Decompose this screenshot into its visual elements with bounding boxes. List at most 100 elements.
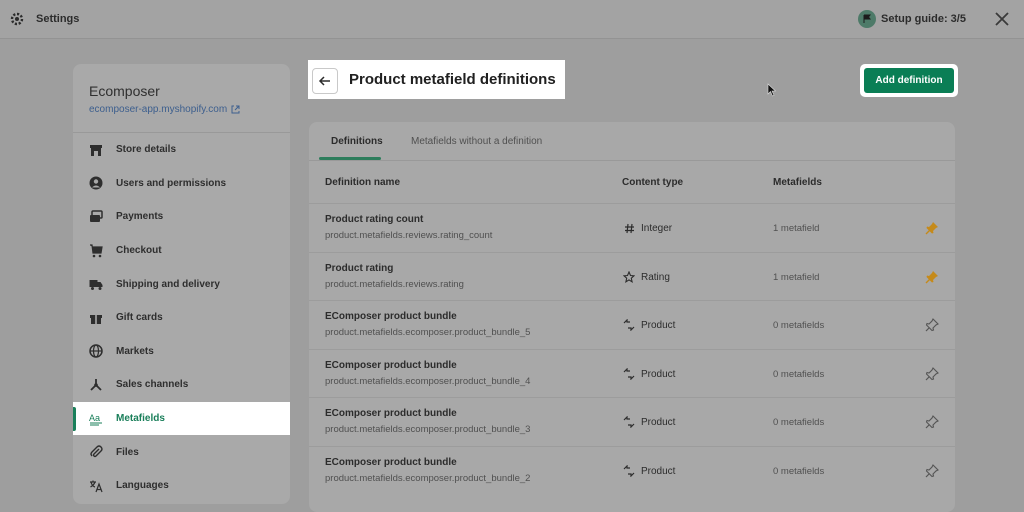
tab-bar: Definitions Metafields without a definit… xyxy=(309,122,955,161)
external-link-icon xyxy=(231,105,240,114)
settings-sidebar: Ecomposer ecomposer-app.myshopify.com St… xyxy=(73,64,290,504)
definition-key: product.metafields.ecomposer.product_bun… xyxy=(325,424,531,435)
metafield-count: 1 metafield xyxy=(773,223,820,234)
sidebar-item-label: Payments xyxy=(116,211,164,223)
table-row[interactable]: Product rating product.metafields.review… xyxy=(309,252,955,302)
add-definition-label: Add definition xyxy=(864,68,954,93)
sidebar-item-label: Languages xyxy=(116,480,169,492)
definition-key: product.metafields.ecomposer.product_bun… xyxy=(325,327,531,338)
sidebar-item-checkout[interactable]: Checkout xyxy=(73,234,290,268)
sidebar-item-label: Gift cards xyxy=(116,312,163,324)
star-icon xyxy=(623,271,635,283)
tab-metafields-without-definition[interactable]: Metafields without a definition xyxy=(411,136,542,147)
content-type: Product xyxy=(623,319,675,331)
tab-definitions[interactable]: Definitions xyxy=(331,136,383,147)
product-icon xyxy=(623,319,635,331)
sidebar-item-metafields[interactable]: Aa Metafields xyxy=(73,401,290,436)
sidebar-nav: Store details Users and permissions Paym… xyxy=(73,133,290,503)
svg-text:Aa: Aa xyxy=(89,413,100,423)
top-bar: Settings Setup guide: 3/5 xyxy=(0,0,1024,39)
add-definition-button[interactable]: Add definition xyxy=(860,64,958,97)
sidebar-item-users-and-permissions[interactable]: Users and permissions xyxy=(73,167,290,201)
content-type: Integer xyxy=(623,222,672,234)
truck-icon xyxy=(88,276,104,292)
sidebar-item-label: Files xyxy=(116,446,139,458)
arrow-left-icon xyxy=(318,76,330,86)
sidebar-item-store-details[interactable]: Store details xyxy=(73,133,290,167)
translate-icon xyxy=(88,478,104,494)
content-type: Rating xyxy=(623,271,670,283)
product-icon xyxy=(623,416,635,428)
user-icon xyxy=(88,175,104,191)
sidebar-item-label: Metafields xyxy=(116,413,165,425)
channels-icon xyxy=(88,377,104,393)
page-header: Product metafield definitions xyxy=(308,60,565,99)
definition-key: product.metafields.ecomposer.product_bun… xyxy=(325,473,531,484)
definition-key: product.metafields.reviews.rating xyxy=(325,279,464,290)
content-type-label: Product xyxy=(641,368,676,380)
sidebar-item-label: Checkout xyxy=(116,245,162,257)
active-indicator xyxy=(73,406,76,431)
table-row[interactable]: EComposer product bundle product.metafie… xyxy=(309,300,955,350)
pin-outline-icon[interactable] xyxy=(925,415,939,429)
definition-name: Product rating xyxy=(325,263,394,274)
store-icon xyxy=(88,142,104,158)
content-type: Product xyxy=(623,416,675,428)
globe-icon xyxy=(88,343,104,359)
definition-name: EComposer product bundle xyxy=(325,311,457,322)
definition-name: EComposer product bundle xyxy=(325,457,457,468)
metafield-count: 0 metafields xyxy=(773,417,825,428)
definitions-card: Definitions Metafields without a definit… xyxy=(309,122,955,512)
sidebar-item-payments[interactable]: Payments xyxy=(73,200,290,234)
content-type-label: Product xyxy=(641,416,676,428)
sidebar-item-languages[interactable]: Languages xyxy=(73,469,290,503)
column-header-content-type[interactable]: Content type xyxy=(622,177,683,188)
table-row[interactable]: Product rating count product.metafields.… xyxy=(309,203,955,253)
sidebar-item-label: Store details xyxy=(116,144,177,156)
cart-icon xyxy=(88,243,104,259)
pin-icon[interactable] xyxy=(925,221,939,235)
definition-name: EComposer product bundle xyxy=(325,408,457,419)
paperclip-icon xyxy=(88,444,104,460)
sidebar-item-label: Sales channels xyxy=(116,379,189,391)
payments-icon xyxy=(88,209,104,225)
content-type-label: Product xyxy=(641,319,676,331)
sidebar-item-gift-cards[interactable]: Gift cards xyxy=(73,301,290,335)
sidebar-item-shipping-and-delivery[interactable]: Shipping and delivery xyxy=(73,267,290,301)
pin-outline-icon[interactable] xyxy=(925,318,939,332)
product-icon xyxy=(623,368,635,380)
pin-outline-icon[interactable] xyxy=(925,367,939,381)
definition-name: Product rating count xyxy=(325,214,424,225)
column-header-metafields[interactable]: Metafields xyxy=(773,177,822,188)
content-type-label: Product xyxy=(641,465,676,477)
sidebar-item-sales-channels[interactable]: Sales channels xyxy=(73,368,290,402)
content-type-label: Integer xyxy=(641,222,673,234)
metafield-count: 0 metafields xyxy=(773,369,825,380)
sidebar-item-label: Shipping and delivery xyxy=(116,278,220,290)
metafield-count: 0 metafields xyxy=(773,466,825,477)
flag-icon xyxy=(858,10,876,28)
pin-icon[interactable] xyxy=(925,270,939,284)
table-row[interactable]: EComposer product bundle product.metafie… xyxy=(309,397,955,447)
sidebar-item-label: Users and permissions xyxy=(116,177,227,189)
close-icon[interactable] xyxy=(992,9,1012,29)
store-name: Ecomposer xyxy=(89,83,160,99)
table-row[interactable]: EComposer product bundle product.metafie… xyxy=(309,446,955,496)
store-url-link[interactable]: ecomposer-app.myshopify.com xyxy=(89,104,240,115)
gift-icon xyxy=(88,310,104,326)
metafield-count: 1 metafield xyxy=(773,272,820,283)
setup-guide-label: Setup guide: 3/5 xyxy=(881,13,966,25)
back-button[interactable] xyxy=(312,68,338,94)
hash-icon xyxy=(623,222,635,234)
metafield-count: 0 metafields xyxy=(773,320,825,331)
content-type: Product xyxy=(623,465,675,477)
metafields-icon: Aa xyxy=(88,411,104,427)
definition-key: product.metafields.ecomposer.product_bun… xyxy=(325,376,531,387)
table-row[interactable]: EComposer product bundle product.metafie… xyxy=(309,349,955,399)
pin-outline-icon[interactable] xyxy=(925,464,939,478)
mouse-cursor-icon xyxy=(767,83,777,97)
sidebar-item-files[interactable]: Files xyxy=(73,435,290,469)
setup-guide-button[interactable]: Setup guide: 3/5 xyxy=(858,10,966,28)
column-header-definition-name[interactable]: Definition name xyxy=(325,177,400,188)
sidebar-item-markets[interactable]: Markets xyxy=(73,335,290,369)
